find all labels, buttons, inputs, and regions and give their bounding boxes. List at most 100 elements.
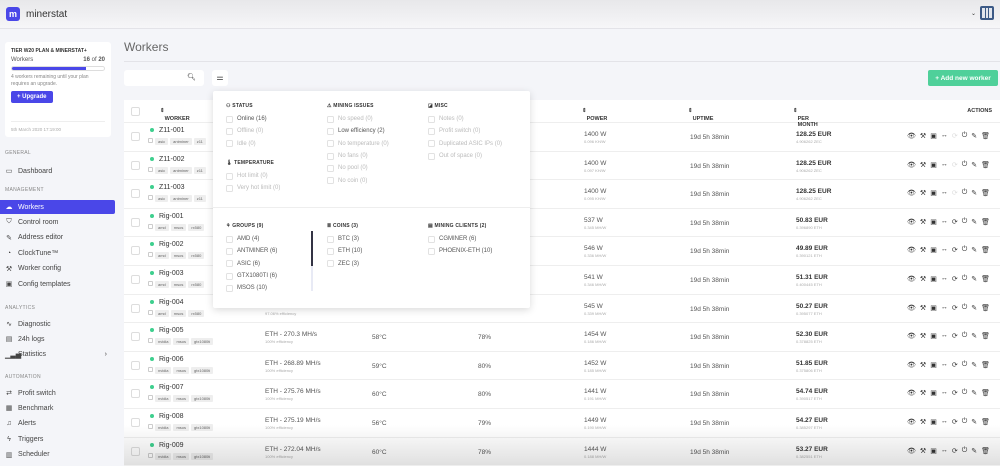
row-checkbox[interactable] (131, 303, 140, 313)
note-icon[interactable] (148, 366, 153, 372)
filter-option[interactable]: PHOENIX-ETH (10) (428, 245, 492, 257)
tag[interactable]: amd (155, 223, 169, 231)
worker-name[interactable]: Z11-001 (159, 127, 185, 134)
row-checkbox[interactable] (131, 360, 140, 370)
sidebar-item-24h-logs[interactable]: ▤ 24h logs (0, 332, 115, 346)
row-checkbox[interactable] (131, 332, 140, 342)
row-checkbox[interactable] (131, 418, 140, 427)
sidebar-item-benchmark[interactable]: ▦ Benchmark (0, 401, 115, 415)
transfer-icon[interactable]: ↔ (941, 246, 948, 254)
tag[interactable]: amd (155, 309, 169, 317)
sidebar-item-workers[interactable]: ☁ Workers (0, 200, 115, 214)
sync-icon[interactable]: ⟳ (952, 246, 958, 254)
cpu-icon[interactable]: ▣ (930, 447, 937, 455)
trash-icon[interactable]: 🗑︎ (981, 218, 990, 226)
filter-option[interactable]: Offline (0) (226, 125, 267, 137)
cpu-icon[interactable]: ▣ (930, 218, 937, 226)
transfer-icon[interactable]: ↔ (941, 132, 948, 140)
chevron-right-icon[interactable]: › (105, 351, 107, 358)
checkbox[interactable] (428, 235, 435, 243)
table-row[interactable]: Rig-006 nvidia msos gtx1080ti ETH - 268.89 M… (124, 352, 1000, 381)
edit-icon[interactable]: ✎ (971, 332, 977, 340)
trash-icon[interactable]: 🗑︎ (981, 275, 990, 283)
filter-option[interactable]: Hot limit (0) (226, 170, 280, 182)
cpu-icon[interactable]: ▣ (930, 189, 937, 197)
checkbox[interactable] (226, 260, 233, 268)
edit-icon[interactable]: ✎ (971, 246, 977, 254)
checkbox[interactable] (428, 152, 435, 160)
worker-name[interactable]: Rig-009 (159, 442, 184, 449)
note-icon[interactable] (148, 223, 153, 229)
filter-option[interactable]: Idle (0) (226, 138, 267, 150)
tag[interactable]: asic (155, 166, 169, 174)
tag[interactable]: gtx1080ti (191, 338, 214, 346)
edit-icon[interactable]: ✎ (971, 275, 977, 283)
header-per-month[interactable]: ⇕ PER MONTH (793, 108, 818, 128)
filter-option[interactable]: ETH (10) (327, 245, 362, 257)
row-checkbox[interactable] (131, 160, 140, 170)
eye-icon[interactable]: 👁︎ (907, 189, 916, 197)
worker-name[interactable]: Rig-003 (159, 270, 184, 277)
reboot-icon[interactable]: ⏻ (962, 246, 968, 254)
sync-icon[interactable]: ⟳ (952, 161, 958, 169)
filter-option[interactable]: GTX1080TI (6) (226, 270, 277, 282)
trash-icon[interactable]: 🗑︎ (981, 161, 990, 169)
checkbox[interactable] (428, 140, 435, 148)
transfer-icon[interactable]: ↔ (941, 332, 948, 340)
checkbox[interactable] (428, 115, 435, 123)
add-new-worker-button[interactable]: + Add new worker (928, 70, 998, 86)
table-row[interactable]: Rig-008 nvidia msos gtx1080ti ETH - 275.19 M… (124, 409, 1000, 438)
reboot-icon[interactable]: ⏻ (962, 332, 968, 340)
trash-icon[interactable]: 🗑︎ (981, 447, 990, 455)
sync-icon[interactable]: ⟳ (952, 132, 958, 140)
select-all-checkbox[interactable] (131, 107, 140, 116)
tag[interactable]: msos (170, 281, 187, 288)
cpu-icon[interactable]: ▣ (930, 246, 937, 254)
filter-option[interactable]: No speed (0) (327, 113, 389, 125)
eye-icon[interactable]: 👁︎ (907, 332, 916, 340)
edit-icon[interactable]: ✎ (971, 418, 977, 426)
worker-name[interactable]: Rig-006 (159, 356, 184, 363)
checkbox[interactable] (327, 260, 334, 268)
worker-name[interactable]: Rig-005 (159, 327, 184, 334)
checkbox[interactable] (327, 152, 334, 160)
eye-icon[interactable]: 👁︎ (907, 132, 916, 140)
tag[interactable]: msos (173, 424, 190, 431)
tag[interactable]: nvidia (155, 366, 172, 374)
note-icon[interactable] (148, 424, 153, 429)
trash-icon[interactable]: 🗑︎ (981, 246, 990, 254)
sidebar-item-control-room[interactable]: ⛉ Control room (0, 215, 115, 229)
filter-option[interactable]: ASIC (6) (226, 258, 277, 270)
cpu-icon[interactable]: ▣ (930, 389, 937, 397)
wrench-icon[interactable]: ⚒ (920, 418, 926, 426)
sync-icon[interactable]: ⟳ (952, 189, 958, 197)
edit-icon[interactable]: ✎ (971, 304, 977, 312)
transfer-icon[interactable]: ↔ (941, 361, 948, 369)
cpu-icon[interactable]: ▣ (930, 332, 937, 340)
trash-icon[interactable]: 🗑︎ (981, 389, 990, 397)
eye-icon[interactable]: 👁︎ (907, 389, 916, 397)
edit-icon[interactable]: ✎ (971, 189, 977, 197)
worker-name[interactable]: Rig-001 (159, 213, 184, 220)
tag[interactable]: antminer (170, 166, 192, 174)
reboot-icon[interactable]: ⏻ (962, 132, 968, 140)
trash-icon[interactable]: 🗑︎ (981, 304, 990, 312)
transfer-icon[interactable]: ↔ (941, 418, 948, 426)
tag[interactable]: nvidia (155, 452, 172, 460)
filter-option[interactable]: Out of space (0) (428, 150, 502, 162)
edit-icon[interactable]: ✎ (971, 218, 977, 226)
worker-name[interactable]: Rig-004 (159, 299, 184, 306)
eye-icon[interactable]: 👁︎ (907, 361, 916, 369)
sidebar-item-profit-switch[interactable]: ⇄ Profit switch (0, 386, 115, 400)
header-worker[interactable]: ⇕ WORKER (160, 108, 190, 122)
checkbox[interactable] (327, 235, 334, 243)
sidebar-item-config-templates[interactable]: ▣ Config templates (0, 277, 115, 291)
eye-icon[interactable]: 👁︎ (907, 218, 916, 226)
reboot-icon[interactable]: ⏻ (962, 418, 968, 426)
worker-name[interactable]: Z11-002 (159, 156, 185, 163)
tag[interactable]: msos (173, 395, 190, 403)
tag[interactable]: msos (173, 452, 190, 460)
checkbox[interactable] (226, 272, 233, 280)
wrench-icon[interactable]: ⚒ (920, 218, 926, 226)
header-power[interactable]: ⇕ POWER (582, 108, 607, 122)
